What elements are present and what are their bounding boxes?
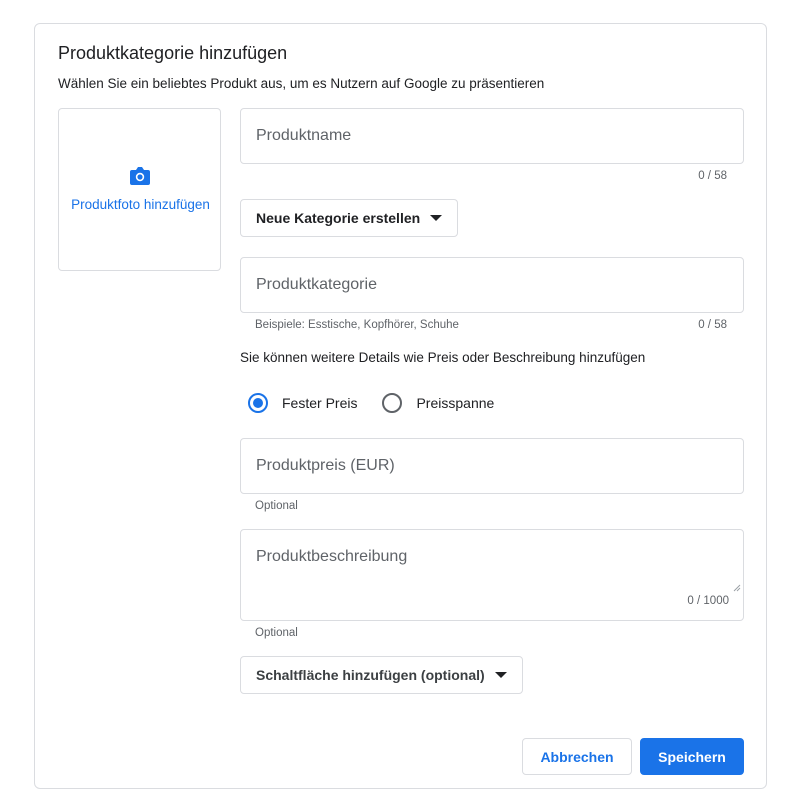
caret-down-icon [430,215,443,221]
dialog-title: Produktkategorie hinzufügen [58,43,288,63]
product-description-placeholder: Produktbeschreibung [256,548,408,565]
camera-icon [130,167,150,185]
product-category-hint: Beispiele: Esstische, Kopfhörer, Schuhe [255,319,459,331]
product-price-input[interactable]: Produktpreis (EUR) [240,438,744,494]
product-description-hint: Optional [255,627,298,639]
dialog-subtitle: Wählen Sie ein beliebtes Produkt aus, um… [58,76,545,91]
cancel-button[interactable]: Abbrechen [522,738,632,775]
product-category-placeholder: Produktkategorie [256,276,377,293]
price-range-label[interactable]: Preisspanne [416,395,494,411]
product-name-input[interactable]: Produktname [240,108,744,164]
fixed-price-radio[interactable] [248,393,268,413]
product-description-textarea[interactable]: Produktbeschreibung 0 / 1000 [240,529,744,621]
save-button[interactable]: Speichern [640,738,744,775]
details-info-text: Sie können weitere Details wie Preis ode… [240,350,646,365]
add-product-photo-button[interactable]: Produktfoto hinzufügen [58,108,221,271]
add-product-photo-label: Produktfoto hinzufügen [71,197,210,212]
price-range-radio[interactable] [382,393,403,413]
create-category-dropdown[interactable]: Neue Kategorie erstellen [240,199,459,237]
resize-handle-icon[interactable] [733,584,741,592]
product-description-counter: 0 / 1000 [687,595,729,607]
product-price-placeholder: Produktpreis (EUR) [256,457,395,474]
price-type-radio-group: Fester Preis Preisspanne [248,393,519,413]
product-price-hint: Optional [255,500,298,512]
caret-down-icon [494,672,507,678]
product-category-counter: 0 / 58 [698,319,727,331]
create-category-label: Neue Kategorie erstellen [256,210,421,226]
fixed-price-label[interactable]: Fester Preis [282,395,357,411]
add-button-label: Schaltfläche hinzufügen (optional) [256,667,485,683]
product-name-placeholder: Produktname [256,127,352,144]
product-name-counter: 0 / 58 [698,170,727,182]
add-button-dropdown[interactable]: Schaltfläche hinzufügen (optional) [240,656,523,694]
product-category-input[interactable]: Produktkategorie [240,257,744,313]
add-product-dialog: Produktkategorie hinzufügen Wählen Sie e… [34,23,767,789]
